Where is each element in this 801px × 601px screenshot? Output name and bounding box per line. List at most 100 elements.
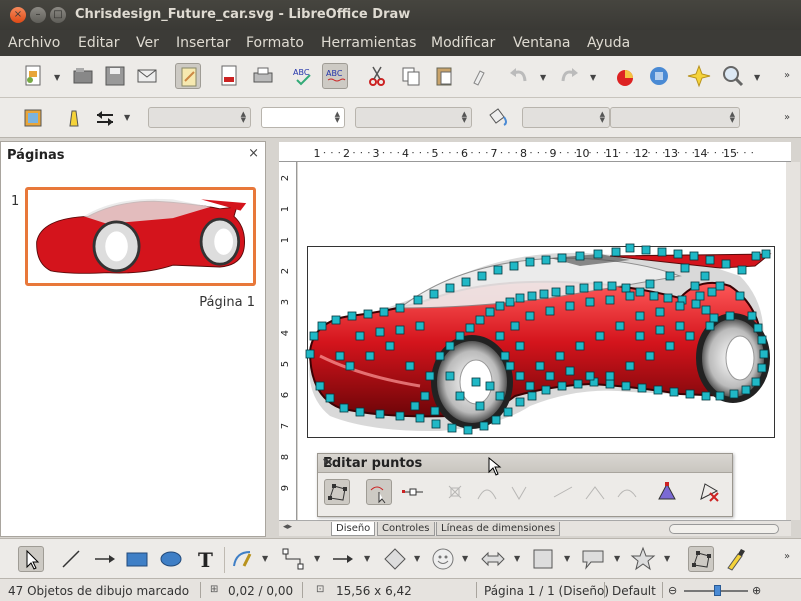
edit-point-handle[interactable] xyxy=(707,287,717,297)
pages-panel-close-button[interactable]: × xyxy=(248,146,259,161)
edit-point-handle[interactable] xyxy=(509,261,519,271)
edit-point-handle[interactable] xyxy=(655,325,665,335)
edit-point-handle[interactable] xyxy=(413,295,423,305)
window-close-button[interactable]: × xyxy=(10,7,26,23)
curve-dropdown-arrow[interactable]: ▼ xyxy=(262,555,270,563)
split-curve-icon[interactable] xyxy=(550,479,576,505)
symbol-shapes-icon[interactable] xyxy=(430,546,456,572)
edit-point-handle[interactable] xyxy=(669,387,679,397)
fontwork-icon[interactable] xyxy=(722,546,748,572)
edit-point-handle[interactable] xyxy=(557,381,567,391)
edit-point-handle[interactable] xyxy=(325,393,335,403)
edit-point-handle[interactable] xyxy=(495,301,505,311)
edit-point-handle[interactable] xyxy=(363,309,373,319)
edit-point-handle[interactable] xyxy=(575,251,585,261)
edit-point-handle[interactable] xyxy=(675,321,685,331)
edit-point-handle[interactable] xyxy=(539,289,549,299)
edit-point-handle[interactable] xyxy=(700,271,710,281)
vertical-ruler[interactable]: 2 1 1 2 3 4 5 6 7 8 9 xyxy=(279,162,297,520)
edit-point-handle[interactable] xyxy=(579,283,589,293)
convert-to-curve-icon[interactable] xyxy=(474,479,500,505)
edit-point-handle[interactable] xyxy=(527,391,537,401)
edit-point-handle[interactable] xyxy=(525,257,535,267)
open-icon[interactable] xyxy=(70,63,96,89)
connector-tool-icon[interactable] xyxy=(280,546,306,572)
new-dropdown-arrow[interactable]: ▼ xyxy=(54,74,62,82)
line-width-field[interactable]: ▲ ▼ xyxy=(261,107,345,128)
window-minimize-button[interactable]: – xyxy=(30,7,46,23)
arrow-style-dropdown[interactable]: ▼ xyxy=(124,114,132,122)
edit-file-icon[interactable] xyxy=(175,63,201,89)
edit-point-handle[interactable] xyxy=(525,311,535,321)
edit-point-handle[interactable] xyxy=(395,303,405,313)
edit-point-handle[interactable] xyxy=(339,403,349,413)
future-car-drawing[interactable] xyxy=(300,236,780,442)
edit-point-handle[interactable] xyxy=(737,265,747,275)
edit-point-handle[interactable] xyxy=(685,331,695,341)
zoom-slider-thumb[interactable] xyxy=(714,585,721,596)
edit-point-handle[interactable] xyxy=(463,425,473,435)
navigator-icon[interactable] xyxy=(646,63,672,89)
edit-point-handle[interactable] xyxy=(705,255,715,265)
edit-point-handle[interactable] xyxy=(565,285,575,295)
edit-point-handle[interactable] xyxy=(621,381,631,391)
edit-point-handle[interactable] xyxy=(465,323,475,333)
edit-point-handle[interactable] xyxy=(365,351,375,361)
edit-point-handle[interactable] xyxy=(495,391,505,401)
edit-point-handle[interactable] xyxy=(751,377,761,387)
tab-controles[interactable]: Controles xyxy=(377,522,435,536)
edit-point-handle[interactable] xyxy=(655,307,665,317)
edit-point-handle[interactable] xyxy=(385,341,395,351)
edit-point-handle[interactable] xyxy=(761,249,771,259)
arrow-line-tool-icon[interactable] xyxy=(92,546,118,572)
edit-point-handle[interactable] xyxy=(605,295,615,305)
edit-point-handle[interactable] xyxy=(605,371,615,381)
edit-point-handle[interactable] xyxy=(573,379,583,389)
symmetric-transition-icon[interactable] xyxy=(654,479,680,505)
edit-point-handle[interactable] xyxy=(515,371,525,381)
edit-point-handle[interactable] xyxy=(621,283,631,293)
edit-point-handle[interactable] xyxy=(315,381,325,391)
edit-point-handle[interactable] xyxy=(355,331,365,341)
edit-point-handle[interactable] xyxy=(635,311,645,321)
export-pdf-icon[interactable] xyxy=(216,63,242,89)
edit-point-handle[interactable] xyxy=(429,289,439,299)
edit-point-handle[interactable] xyxy=(605,379,615,389)
edit-point-handle[interactable] xyxy=(455,331,465,341)
panel-splitter[interactable] xyxy=(266,141,276,537)
arrow-style-icon[interactable] xyxy=(92,105,118,131)
autospellcheck-icon[interactable]: ABC xyxy=(322,63,348,89)
edit-point-handle[interactable] xyxy=(753,323,763,333)
edit-points-titlebar[interactable]: Editar puntos ▾ × xyxy=(318,454,732,473)
edit-point-handle[interactable] xyxy=(515,397,525,407)
menu-modificar[interactable]: Modificar xyxy=(431,35,495,51)
edit-point-handle[interactable] xyxy=(625,361,635,371)
edit-point-handle[interactable] xyxy=(701,305,711,315)
edit-point-handle[interactable] xyxy=(747,311,757,321)
edit-point-handle[interactable] xyxy=(645,279,655,289)
callouts-dropdown-arrow[interactable]: ▼ xyxy=(614,555,622,563)
paste-icon[interactable] xyxy=(432,63,458,89)
email-icon[interactable] xyxy=(134,63,160,89)
basic-shapes-dropdown-arrow[interactable]: ▼ xyxy=(414,555,422,563)
edit-point-handle[interactable] xyxy=(485,307,495,317)
edit-point-handle[interactable] xyxy=(689,251,699,261)
edit-point-handle[interactable] xyxy=(607,281,617,291)
edit-point-handle[interactable] xyxy=(535,361,545,371)
edit-point-handle[interactable] xyxy=(725,311,735,321)
edit-point-handle[interactable] xyxy=(635,287,645,297)
edit-point-handle[interactable] xyxy=(347,311,357,321)
menu-ver[interactable]: Ver xyxy=(136,35,159,51)
symbol-shapes-dropdown-arrow[interactable]: ▼ xyxy=(462,555,470,563)
edit-point-handle[interactable] xyxy=(541,255,551,265)
zoom-dropdown-arrow[interactable]: ▼ xyxy=(754,74,762,82)
edit-point-handle[interactable] xyxy=(657,247,667,257)
edit-point-handle[interactable] xyxy=(663,293,673,303)
basic-shapes-icon[interactable] xyxy=(382,546,408,572)
edit-point-handle[interactable] xyxy=(445,371,455,381)
edit-point-handle[interactable] xyxy=(493,265,503,275)
edit-point-handle[interactable] xyxy=(735,291,745,301)
menu-formato[interactable]: Formato xyxy=(246,35,304,51)
horizontal-ruler[interactable]: 1 2 3 4 5 6 7 8 9 10 11 12 13 14 15 xyxy=(279,142,791,162)
ellipse-tool-icon[interactable] xyxy=(158,546,184,572)
